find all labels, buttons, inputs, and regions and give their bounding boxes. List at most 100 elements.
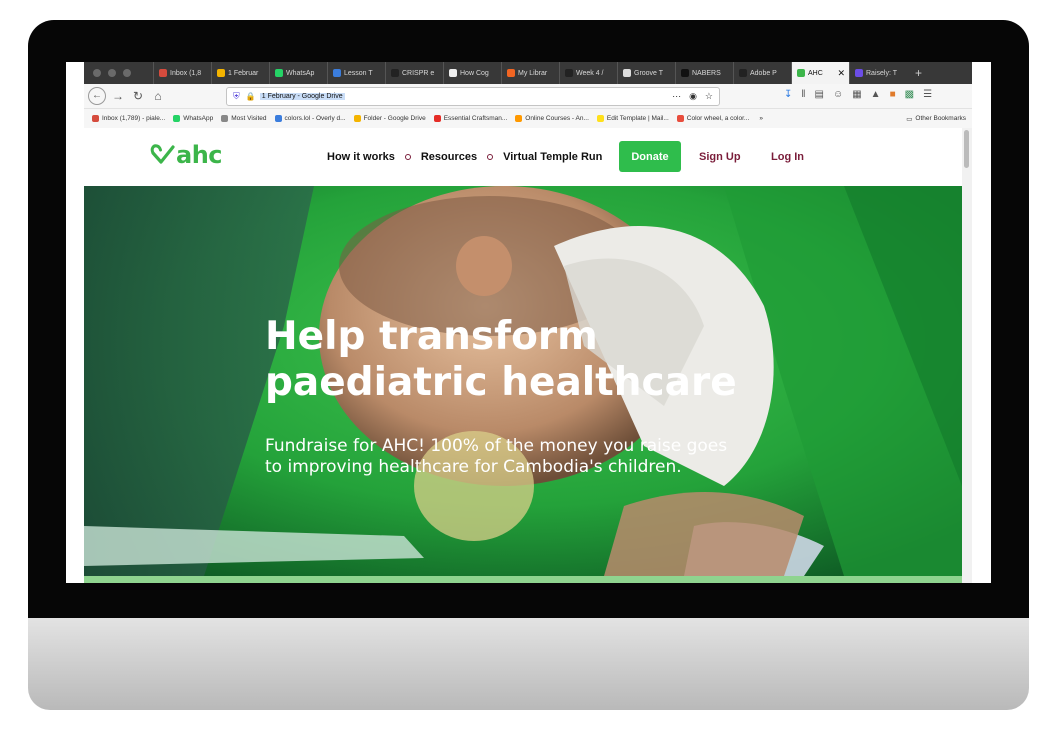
browser-tab[interactable]: Raisely: T [849,62,907,84]
bookmark-item[interactable]: WhatsApp [173,115,213,122]
tab-label: NABERS [692,69,721,77]
bookmark-item[interactable]: Inbox (1,789) - piale... [92,115,165,122]
home-icon[interactable]: ⌂ [148,89,168,103]
tab-favicon-icon [565,69,573,77]
nav-separator [404,154,411,160]
more-bookmarks-chevron-icon[interactable]: » [759,115,763,122]
bookmark-star-icon[interactable]: ☆ [705,91,713,102]
menu-icon[interactable]: ☰ [923,89,932,100]
browser-tab[interactable]: NABERS [675,62,733,84]
main-nav: How it works Resources Virtual Temple Ru… [327,151,602,163]
browser-tab[interactable]: CRISPR e [385,62,443,84]
log-in-link[interactable]: Log In [771,151,804,163]
bookmark-label: Folder - Google Drive [363,115,426,122]
bookmark-label: Edit Template | Mail... [606,115,669,122]
browser-tab[interactable]: Inbox (1,8 [153,62,211,84]
extension-icon-4[interactable]: ▩ [905,89,914,100]
bookmark-item[interactable]: Edit Template | Mail... [596,115,669,122]
browser-tab[interactable]: WhatsAp [269,62,327,84]
bookmark-label: Essential Craftsman... [443,115,508,122]
browser-tab[interactable]: 1 Februar [211,62,269,84]
page-actions-icon[interactable]: ⋯ [672,91,681,102]
sign-up-link[interactable]: Sign Up [699,151,741,163]
close-window-button[interactable] [93,69,101,77]
sidebar-icon[interactable]: ▤ [815,89,824,100]
nav-virtual-temple-run[interactable]: Virtual Temple Run [503,151,602,163]
bookmark-label: Online Courses - An... [525,115,589,122]
tab-label: My Librar [518,69,548,77]
donate-button[interactable]: Donate [619,141,681,172]
other-bookmarks-label: Other Bookmarks [915,115,966,122]
account-icon[interactable]: ☺ [833,89,843,100]
hero-title: Help transform paediatric healthcare [265,314,825,406]
nav-separator [487,154,494,160]
ahc-logo[interactable]: ahc [150,141,223,169]
web-page: ahc How it works Resources Virtual Templ… [84,128,962,583]
close-tab-icon[interactable]: ✕ [837,68,845,79]
hero-subtitle-line-2: to improving healthcare for Cambodia's c… [265,457,682,477]
page-scrollbar[interactable] [962,128,972,583]
tab-favicon-icon [855,69,863,77]
bookmarks-bar: Inbox (1,789) - piale... WhatsApp Most Vis… [84,109,972,129]
new-tab-button[interactable]: + [907,66,922,80]
url-text[interactable]: 1 February - Google Drive [259,93,345,100]
bookmark-favicon-icon [92,115,99,122]
browser-tab[interactable]: AHC ✕ [791,62,849,84]
address-bar[interactable]: ⛨ 🔒 1 February - Google Drive ⋯ ◉ ☆ [226,87,720,106]
heart-check-icon [150,144,175,164]
tracking-shield-icon[interactable]: ⛨ [233,91,240,102]
bookmark-label: Most Visited [231,115,267,122]
bookmark-item[interactable]: Folder - Google Drive [353,115,426,122]
hero-banner: Help transform paediatric healthcare Fun… [84,186,962,576]
tab-favicon-icon [217,69,225,77]
tab-label: 1 Februar [228,69,259,77]
extension-icon-3[interactable]: ■ [890,89,896,100]
zoom-window-button[interactable] [123,69,131,77]
reload-button[interactable]: ↻ [128,89,148,103]
bookmark-item[interactable]: Essential Craftsman... [433,115,508,122]
hero-title-line-1: Help transform [265,314,598,359]
browser-tab[interactable]: How Cog [443,62,501,84]
browser-tab[interactable]: Week 4 / [559,62,617,84]
extension-icon-2[interactable]: ▲ [871,89,881,100]
navigation-bar: ← → ↻ ⌂ ⛨ 🔒 1 February - Google Drive ⋯ … [84,84,972,109]
tab-bar: Inbox (1,8 1 Februar WhatsAp Lesson T CRISPR… [84,62,972,84]
tab-favicon-icon [449,69,457,77]
download-icon[interactable]: ↧ [784,89,792,100]
browser-tab[interactable]: Lesson T [327,62,385,84]
bookmark-item[interactable]: Color wheel, a color... [676,115,749,122]
bookmark-item[interactable]: Most Visited [221,115,267,122]
tab-favicon-icon [159,69,167,77]
bookmark-item[interactable]: colors.lol - Overly d... [274,115,346,122]
extension-icon[interactable]: ▦ [852,89,861,100]
tab-label: Raisely: T [866,69,897,77]
tab-label: Inbox (1,8 [170,69,202,77]
bookmark-favicon-icon [515,115,523,122]
bookmark-label: Inbox (1,789) - piale... [102,115,166,122]
nav-how-it-works[interactable]: How it works [327,151,395,163]
lock-icon[interactable]: 🔒 [246,92,256,101]
tab-label: Groove T [634,69,664,77]
screen: Inbox (1,8 1 Februar WhatsAp Lesson T CRISPR… [66,62,991,583]
tab-favicon-icon [333,69,341,77]
tab-favicon-icon [797,69,805,77]
tab-favicon-icon [623,69,631,77]
tab-favicon-icon [681,69,689,77]
browser-tab[interactable]: Adobe P [733,62,791,84]
monitor-chin [28,618,1029,710]
tab-favicon-icon [391,69,399,77]
browser-tab[interactable]: Groove T [617,62,675,84]
other-bookmarks-folder[interactable]: ▭ Other Bookmarks [906,115,966,123]
bookmark-label: WhatsApp [183,115,214,122]
pocket-icon[interactable]: ◉ [689,91,697,102]
library-icon[interactable]: ‖ [801,89,805,100]
tab-favicon-icon [739,69,747,77]
browser-tab[interactable]: My Librar [501,62,559,84]
bookmark-favicon-icon [596,115,604,122]
back-button[interactable]: ← [88,87,106,105]
scrollbar-thumb[interactable] [964,130,969,168]
forward-button[interactable]: → [108,89,128,103]
nav-resources[interactable]: Resources [421,151,477,163]
bookmark-item[interactable]: Online Courses - An... [515,115,589,122]
minimize-window-button[interactable] [108,69,116,77]
